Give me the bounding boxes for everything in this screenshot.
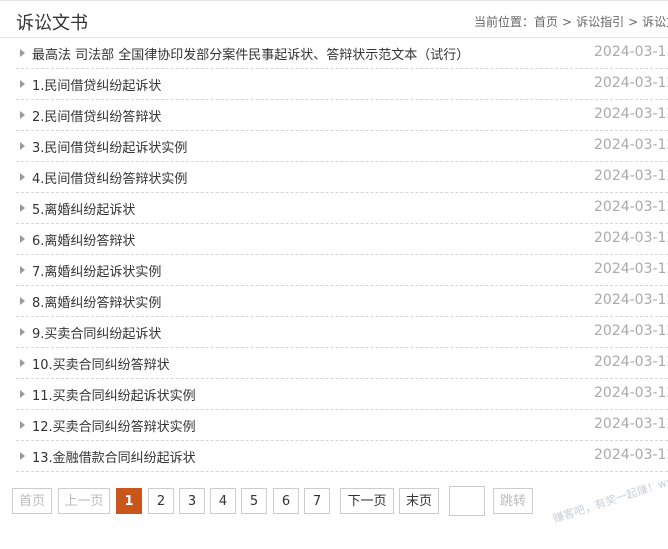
- breadcrumb-separator: >: [628, 15, 639, 29]
- list-item: 2.民间借贷纠纷答辩状 2024-03-12: [16, 100, 668, 131]
- bullet-arrow-icon: [20, 80, 25, 88]
- document-date: 2024-03-12: [594, 416, 668, 432]
- document-link[interactable]: 2.民间借贷纠纷答辩状: [32, 106, 161, 125]
- bullet-arrow-icon: [20, 111, 25, 119]
- bullet-arrow-icon: [20, 297, 25, 305]
- breadcrumb-separator: >: [562, 15, 573, 29]
- page-button-6[interactable]: 6: [273, 488, 299, 514]
- document-link[interactable]: 6.离婚纠纷答辩状: [32, 230, 135, 249]
- document-link[interactable]: 7.离婚纠纷起诉状实例: [32, 261, 161, 280]
- bullet-arrow-icon: [20, 235, 25, 243]
- document-link[interactable]: 3.民间借贷纠纷起诉状实例: [32, 137, 187, 156]
- bullet-arrow-icon: [20, 173, 25, 181]
- list-item: 3.民间借贷纠纷起诉状实例 2024-03-12: [16, 131, 668, 162]
- bullet-arrow-icon: [20, 204, 25, 212]
- list-item: 4.民间借贷纠纷答辩状实例 2024-03-12: [16, 162, 668, 193]
- bullet-arrow-icon: [20, 452, 25, 460]
- document-date: 2024-03-13: [594, 44, 668, 60]
- breadcrumb-guide[interactable]: 诉讼指引: [576, 15, 624, 29]
- breadcrumb: 当前位置：首页>诉讼指引>诉讼文: [474, 13, 668, 30]
- page-button-4[interactable]: 4: [210, 488, 236, 514]
- breadcrumb-prefix: 当前位置：: [474, 15, 535, 29]
- document-date: 2024-03-12: [594, 354, 668, 370]
- list-item: 最高法 司法部 全国律协印发部分案件民事起诉状、答辩状示范文本（试行） 2024-…: [16, 38, 668, 69]
- document-link[interactable]: 13.金融借款合同纠纷起诉状: [32, 447, 196, 466]
- document-date: 2024-03-12: [594, 168, 668, 184]
- jump-button[interactable]: 跳转: [493, 488, 533, 514]
- document-link[interactable]: 12.买卖合同纠纷答辩状实例: [32, 416, 196, 435]
- page-button-1[interactable]: 1: [116, 488, 142, 514]
- document-date: 2024-03-12: [594, 137, 668, 153]
- list-item: 6.离婚纠纷答辩状 2024-03-12: [16, 224, 668, 255]
- document-link[interactable]: 4.民间借贷纠纷答辩状实例: [32, 168, 187, 187]
- header-bar: 诉讼文书 当前位置：首页>诉讼指引>诉讼文: [0, 0, 668, 38]
- list-item: 5.离婚纠纷起诉状 2024-03-12: [16, 193, 668, 224]
- bullet-arrow-icon: [20, 142, 25, 150]
- breadcrumb-home[interactable]: 首页: [534, 15, 558, 29]
- list-item: 10.买卖合同纠纷答辩状 2024-03-12: [16, 348, 668, 379]
- first-page-button[interactable]: 首页: [12, 488, 52, 514]
- page-button-3[interactable]: 3: [179, 488, 205, 514]
- document-date: 2024-03-12: [594, 106, 668, 122]
- document-date: 2024-03-12: [594, 447, 668, 463]
- document-link[interactable]: 8.离婚纠纷答辩状实例: [32, 292, 161, 311]
- document-link[interactable]: 最高法 司法部 全国律协印发部分案件民事起诉状、答辩状示范文本（试行）: [32, 44, 469, 63]
- list-item: 13.金融借款合同纠纷起诉状 2024-03-12: [16, 441, 668, 472]
- document-list: 最高法 司法部 全国律协印发部分案件民事起诉状、答辩状示范文本（试行） 2024-…: [16, 38, 668, 472]
- list-item: 9.买卖合同纠纷起诉状 2024-03-12: [16, 317, 668, 348]
- list-item: 8.离婚纠纷答辩状实例 2024-03-12: [16, 286, 668, 317]
- next-page-button[interactable]: 下一页: [340, 488, 394, 514]
- bullet-arrow-icon: [20, 359, 25, 367]
- document-link[interactable]: 10.买卖合同纠纷答辩状: [32, 354, 170, 373]
- page-jump-input[interactable]: [449, 486, 485, 516]
- bullet-arrow-icon: [20, 328, 25, 336]
- document-link[interactable]: 1.民间借贷纠纷起诉状: [32, 75, 161, 94]
- list-item: 7.离婚纠纷起诉状实例 2024-03-12: [16, 255, 668, 286]
- page-title: 诉讼文书: [16, 13, 88, 34]
- list-item: 12.买卖合同纠纷答辩状实例 2024-03-12: [16, 410, 668, 441]
- bullet-arrow-icon: [20, 390, 25, 398]
- prev-page-button[interactable]: 上一页: [58, 488, 110, 514]
- bullet-arrow-icon: [20, 421, 25, 429]
- last-page-button[interactable]: 末页: [399, 488, 439, 514]
- document-date: 2024-03-12: [594, 292, 668, 308]
- document-date: 2024-03-12: [594, 199, 668, 215]
- document-date: 2024-03-12: [594, 385, 668, 401]
- document-date: 2024-03-12: [594, 230, 668, 246]
- document-date: 2024-03-12: [594, 75, 668, 91]
- page-button-2[interactable]: 2: [148, 488, 174, 514]
- document-link[interactable]: 5.离婚纠纷起诉状: [32, 199, 135, 218]
- list-item: 1.民间借贷纠纷起诉状 2024-03-12: [16, 69, 668, 100]
- page-button-7[interactable]: 7: [304, 488, 330, 514]
- bullet-arrow-icon: [20, 49, 25, 57]
- document-link[interactable]: 11.买卖合同纠纷起诉状实例: [32, 385, 196, 404]
- list-item: 11.买卖合同纠纷起诉状实例 2024-03-12: [16, 379, 668, 410]
- bullet-arrow-icon: [20, 266, 25, 274]
- page-button-5[interactable]: 5: [241, 488, 267, 514]
- breadcrumb-current[interactable]: 诉讼文: [642, 15, 668, 29]
- document-date: 2024-03-12: [594, 323, 668, 339]
- document-link[interactable]: 9.买卖合同纠纷起诉状: [32, 323, 161, 342]
- document-date: 2024-03-12: [594, 261, 668, 277]
